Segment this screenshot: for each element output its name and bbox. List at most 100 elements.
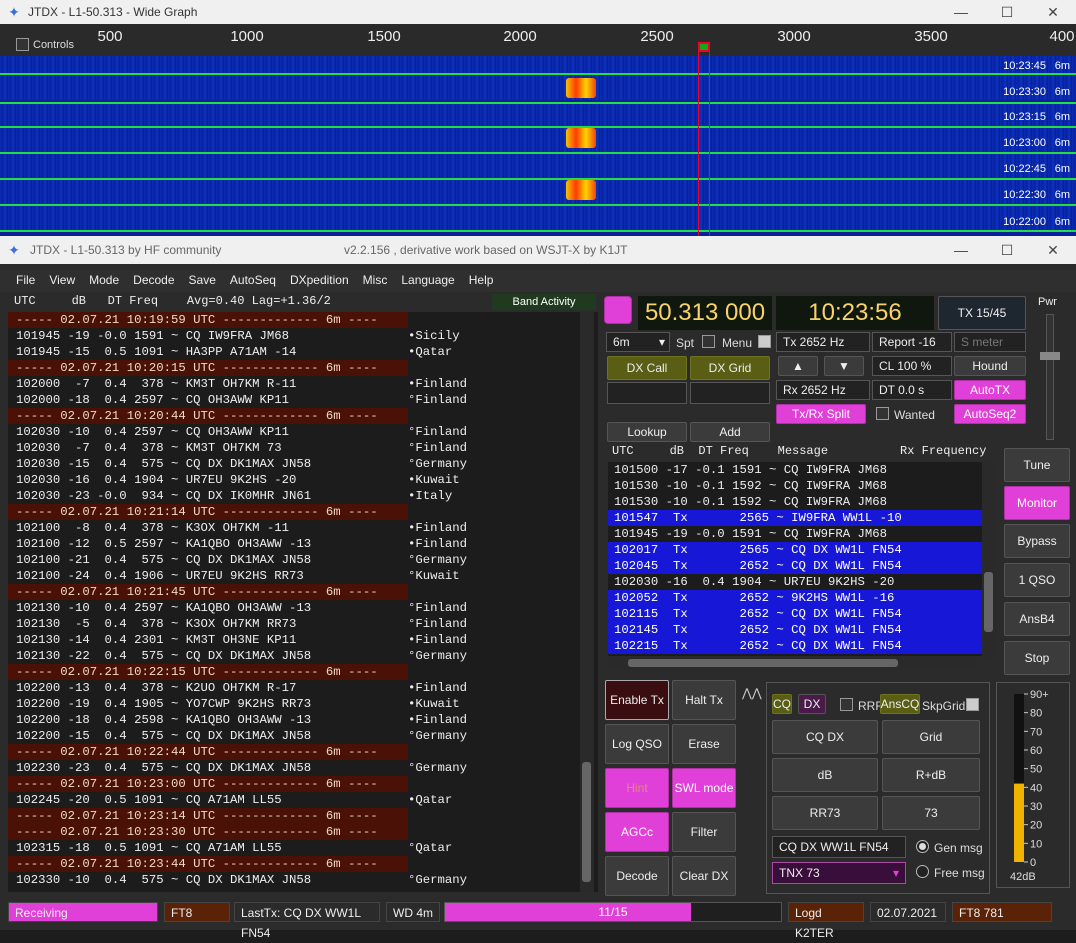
period-separator[interactable]: ----- 02.07.21 10:22:15 UTC ------------… — [8, 664, 408, 680]
73-button[interactable]: 73 — [882, 796, 980, 830]
band-activity-list[interactable]: ----- 02.07.21 10:19:59 UTC ------------… — [8, 312, 598, 892]
period-separator[interactable]: ----- 02.07.21 10:23:14 UTC ------------… — [8, 808, 408, 824]
tx-message-row[interactable]: 102145 Tx 2652 ~ CQ DX WW1L FN54 — [608, 622, 982, 638]
skpgrid-checkbox[interactable] — [966, 698, 979, 711]
decode-row[interactable]: 102315 -18 0.5 1091 ~ CQ A71AM LL55 °Qata… — [8, 840, 598, 856]
hound-button[interactable]: Hound — [954, 356, 1026, 376]
rx-list-hscrollbar[interactable] — [608, 656, 982, 670]
rx-frequency-spin[interactable]: Rx 2652 Hz — [776, 380, 870, 400]
decode-row[interactable]: 102030 -15 0.4 575 ~ CQ DX DK1MAX JN58 °G… — [8, 456, 598, 472]
rx-message-row[interactable]: 101530 -10 -0.1 1592 ~ CQ IW9FRA JM68 — [608, 478, 982, 494]
menu-language[interactable]: Language — [401, 270, 454, 292]
autoseq2-button[interactable]: AutoSeq2 — [954, 404, 1026, 424]
s-meter-field[interactable]: S meter — [954, 332, 1026, 352]
decode-row[interactable]: 102200 -19 0.4 1905 ~ YO7CWP 9K2HS RR73 •… — [8, 696, 598, 712]
erase-button[interactable]: Erase — [672, 724, 736, 764]
tx-message-row[interactable]: 102017 Tx 2565 ~ CQ DX WW1L FN54 — [608, 542, 982, 558]
rx-list-scrollbar[interactable] — [982, 462, 996, 658]
swl-mode-button[interactable]: SWL mode — [672, 768, 736, 808]
decode-row[interactable]: 102230 -23 0.4 575 ~ CQ DX DK1MAX JN58 °G… — [8, 760, 598, 776]
period-separator[interactable]: ----- 02.07.21 10:21:14 UTC ------------… — [8, 504, 408, 520]
report-spin[interactable]: Report -16 — [872, 332, 952, 352]
controls-toggle[interactable]: Controls — [16, 38, 74, 51]
halt-tx-button[interactable]: Halt Tx — [672, 680, 736, 720]
decode-row[interactable]: 102030 -23 -0.0 934 ~ CQ DX IK0MHR JN61 •… — [8, 488, 598, 504]
tx-frequency-spin[interactable]: Tx 2652 Hz — [776, 332, 870, 352]
decode-row[interactable]: 102100 -24 0.4 1906 ~ UR7EU 9K2HS RR73 °K… — [8, 568, 598, 584]
period-separator[interactable]: ----- 02.07.21 10:23:00 UTC ------------… — [8, 776, 408, 792]
decode-row[interactable]: 102000 -7 0.4 378 ~ KM3T OH7KM R-11 •Finl… — [8, 376, 598, 392]
decode-row[interactable]: 102100 -21 0.4 575 ~ CQ DX DK1MAX JN58 °G… — [8, 552, 598, 568]
decode-row[interactable]: 102030 -7 0.4 378 ~ KM3T OH7KM 73 °Finlan… — [8, 440, 598, 456]
spt-checkbox[interactable] — [702, 335, 715, 348]
rx-message-row[interactable]: 102030 -16 0.4 1904 ~ UR7EU 9K2HS -20 — [608, 574, 982, 590]
decode-row[interactable]: 102130 -10 0.4 2597 ~ KA1QBO OH3AWW -13 °… — [8, 600, 598, 616]
dial-frequency[interactable]: 50.313 000 — [638, 296, 772, 330]
dx-call-button[interactable]: DX Call — [607, 356, 687, 380]
menu-decode[interactable]: Decode — [133, 270, 174, 292]
minimize-icon[interactable]: — — [938, 236, 984, 264]
freq-down-button[interactable]: ▼ — [824, 356, 864, 376]
freq-up-button[interactable]: ▲ — [778, 356, 818, 376]
menu-file[interactable]: File — [16, 270, 35, 292]
monitor-button[interactable]: Monitor — [1004, 486, 1070, 520]
decode-row[interactable]: 102030 -16 0.4 1904 ~ UR7EU 9K2HS -20 •Ku… — [8, 472, 598, 488]
hint-button[interactable]: Hint — [605, 768, 669, 808]
stop-button[interactable]: Stop — [1004, 641, 1070, 675]
power-slider-knob[interactable] — [1040, 352, 1060, 360]
band-select[interactable]: 6m ▾ — [606, 332, 670, 352]
decode-row[interactable]: 101945 -15 0.5 1091 ~ HA3PP A71AM -14 •Qa… — [8, 344, 598, 360]
rx-frequency-marker[interactable] — [698, 42, 710, 52]
close-icon[interactable]: ✕ — [1030, 236, 1076, 264]
decode-row[interactable]: 102130 -14 0.4 2301 ~ KM3T OH3NE KP11 •Fi… — [8, 632, 598, 648]
dx-grid-input[interactable] — [690, 382, 770, 404]
decode-button[interactable]: Decode — [605, 856, 669, 896]
menu-help[interactable]: Help — [469, 270, 494, 292]
cq-dx-button[interactable]: CQ DX — [772, 720, 878, 754]
wanted-checkbox[interactable] — [876, 407, 889, 420]
bypass-button[interactable]: Bypass — [1004, 524, 1070, 558]
dt-spin[interactable]: DT 0.0 s — [872, 380, 952, 400]
minimize-icon[interactable]: — — [938, 0, 984, 24]
close-icon[interactable]: ✕ — [1030, 0, 1076, 24]
add-button[interactable]: Add — [690, 422, 770, 442]
dx-call-input[interactable] — [607, 382, 687, 404]
period-separator[interactable]: ----- 02.07.21 10:20:44 UTC ------------… — [8, 408, 408, 424]
menu-mode[interactable]: Mode — [89, 270, 119, 292]
menu-save[interactable]: Save — [189, 270, 216, 292]
period-separator[interactable]: ----- 02.07.21 10:22:44 UTC ------------… — [8, 744, 408, 760]
decode-row[interactable]: 101945 -19 -0.0 1591 ~ CQ IW9FRA JM68 •Si… — [8, 328, 598, 344]
decode-row[interactable]: 102130 -5 0.4 378 ~ K3OX OH7KM RR73 °Finl… — [8, 616, 598, 632]
decode-row[interactable]: 102130 -22 0.4 575 ~ CQ DX DK1MAX JN58 °G… — [8, 648, 598, 664]
rx-frequency-list[interactable]: 101500 -17 -0.1 1591 ~ CQ IW9FRA JM68 101… — [608, 462, 982, 658]
decode-row[interactable]: 102200 -18 0.4 2598 ~ KA1QBO OH3AWW -13 •… — [8, 712, 598, 728]
db-button[interactable]: dB — [772, 758, 878, 792]
autotx-button[interactable]: AutoTX — [954, 380, 1026, 400]
period-separator[interactable]: ----- 02.07.21 10:23:30 UTC ------------… — [8, 824, 408, 840]
dx-grid-button[interactable]: DX Grid — [690, 356, 770, 380]
tune-button[interactable]: Tune — [1004, 448, 1070, 482]
menu-view[interactable]: View — [49, 270, 75, 292]
menu-misc[interactable]: Misc — [363, 270, 388, 292]
grid-button[interactable]: Grid — [882, 720, 980, 754]
waterfall-display[interactable]: 10:23:45 6m 10:23:30 6m 10:23:15 6m 10:23:0… — [0, 56, 1076, 236]
r-db-button[interactable]: R+dB — [882, 758, 980, 792]
tx-message-row[interactable]: 102052 Tx 2652 ~ 9K2HS WW1L -16 — [608, 590, 982, 606]
maximize-icon[interactable]: ☐ — [984, 236, 1030, 264]
free-msg-radio[interactable] — [916, 865, 929, 878]
cl-spin[interactable]: CL 100 % — [872, 356, 952, 376]
one-qso-button[interactable]: 1 QSO — [1004, 563, 1070, 597]
rx-message-row[interactable]: 101945 -19 -0.0 1591 ~ CQ IW9FRA JM68 — [608, 526, 982, 542]
anscq-button[interactable]: AnsCQ — [880, 694, 920, 714]
menu-autoseq[interactable]: AutoSeq — [230, 270, 276, 292]
controls-checkbox[interactable] — [16, 38, 29, 51]
ansb4-button[interactable]: AnsB4 — [1004, 602, 1070, 636]
cq-button[interactable]: CQ — [772, 694, 792, 714]
period-separator[interactable]: ----- 02.07.21 10:23:44 UTC ------------… — [8, 856, 408, 872]
agcc-button[interactable]: AGCc — [605, 812, 669, 852]
period-separator[interactable]: ----- 02.07.21 10:20:15 UTC ------------… — [8, 360, 408, 376]
rx-message-row[interactable]: 101500 -17 -0.1 1591 ~ CQ IW9FRA JM68 — [608, 462, 982, 478]
power-slider[interactable] — [1046, 314, 1054, 440]
decode-row[interactable]: 102030 -10 0.4 2597 ~ CQ OH3AWW KP11 °Fin… — [8, 424, 598, 440]
tx-message-row[interactable]: 102115 Tx 2652 ~ CQ DX WW1L FN54 — [608, 606, 982, 622]
